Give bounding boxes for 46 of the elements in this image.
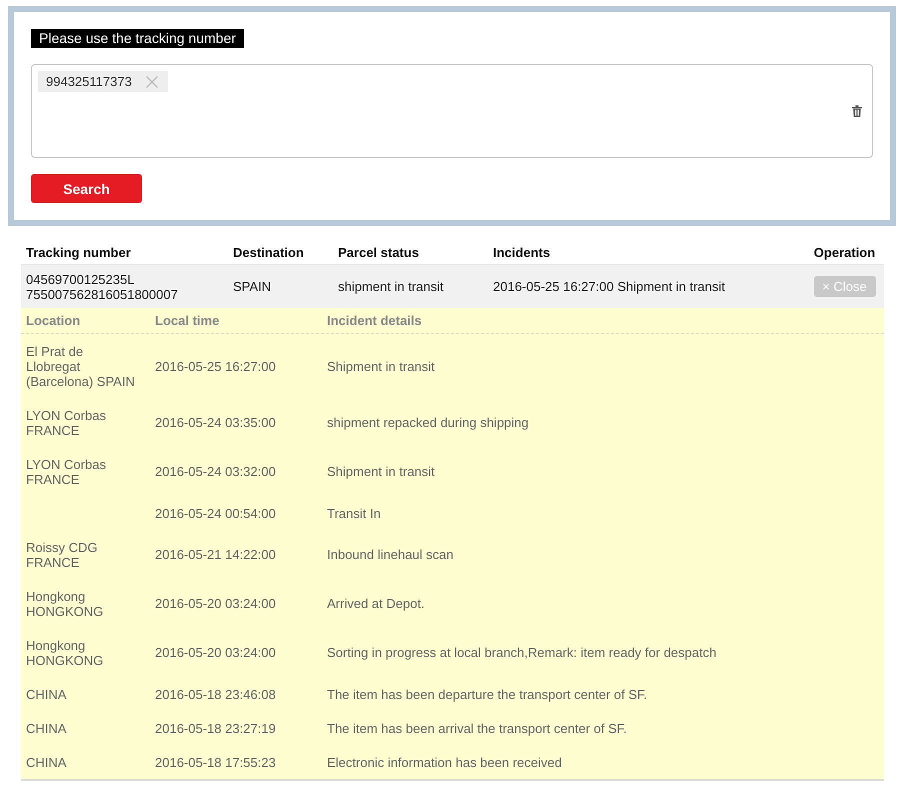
table-cell-text: The item has been departure the transport center of SF. [326, 686, 648, 702]
table-cell-text: Sorting in progress at local branch,Remark: item ready for despatch [326, 645, 718, 660]
column-header: Parcel status [337, 244, 420, 260]
table-cell-text: Inbound linehaul scan [326, 547, 454, 562]
column-header: Destination [232, 244, 305, 260]
tracking-input-field[interactable]: 994325117373 [31, 64, 873, 158]
table-cell-text: 2016-05-18 17:55:23 [154, 754, 277, 770]
table-cell-text: LYON Corbas FRANCE [25, 456, 107, 486]
table-cell-text: SPAIN [232, 279, 272, 294]
column-header: Location [25, 313, 82, 328]
table-cell-text: Shipment in transit [326, 464, 436, 479]
table-cell-text: 04569700125235L 755007562816051800007 [25, 272, 179, 302]
search-button[interactable]: Search [31, 174, 142, 203]
table-cell-text: Hongkong HONGKONG [25, 638, 104, 668]
table-cell-text: The item has been arrival the transport center of SF. [326, 720, 628, 736]
table-cell-text: Transit In [326, 506, 382, 520]
table-cell-text: El Prat de Llobregat (Barcelona) SPAIN [25, 344, 136, 388]
table-cell-text: 2016-05-25 16:27:00 [154, 358, 277, 374]
trash-icon[interactable] [852, 105, 862, 117]
table-cell-text: Hongkong HONGKONG [25, 588, 104, 618]
column-header: Incidents [492, 244, 552, 260]
table-cell-text: 2016-05-24 03:35:00 [154, 415, 277, 430]
table-cell-text: Arrived at Depot. [326, 596, 426, 611]
table-cell-text: shipment in transit [337, 279, 444, 294]
table-cell-text: 2016-05-18 23:46:08 [154, 686, 277, 702]
column-header: Local time [154, 313, 220, 328]
table-cell-text: LYON Corbas FRANCE [25, 408, 107, 438]
column-header: Incident details [326, 313, 423, 328]
table-cell-text: Shipment in transit [326, 358, 436, 374]
table-cell-text: shipment repacked during shipping [326, 415, 530, 430]
table-cell-text: CHINA [25, 686, 68, 702]
table-cell-text: 2016-05-24 00:54:00 [154, 506, 277, 520]
tracking-number: 994325117373 [46, 74, 132, 89]
table-cell-text: 2016-05-20 03:24:00 [154, 596, 277, 611]
table-cell-text: 2016-05-20 03:24:00 [154, 645, 277, 660]
table-cell-text: Electronic information has been received [326, 754, 563, 770]
table-cell-text: 2016-05-18 23:27:19 [154, 720, 277, 736]
table-cell-text: CHINA [25, 754, 68, 770]
table-cell-text: CHINA [25, 720, 68, 736]
column-header: Operation [812, 244, 876, 260]
table-cell-text: 2016-05-25 16:27:00 Shipment in transit [492, 279, 726, 294]
table-cell-text: 2016-05-21 14:22:00 [154, 547, 277, 562]
table-cell-text: 2016-05-24 03:32:00 [154, 464, 277, 479]
hint-label: Please use the tracking number [31, 29, 244, 48]
column-header: Tracking number [25, 244, 132, 260]
table-cell-text: Roissy CDG FRANCE [25, 540, 99, 570]
